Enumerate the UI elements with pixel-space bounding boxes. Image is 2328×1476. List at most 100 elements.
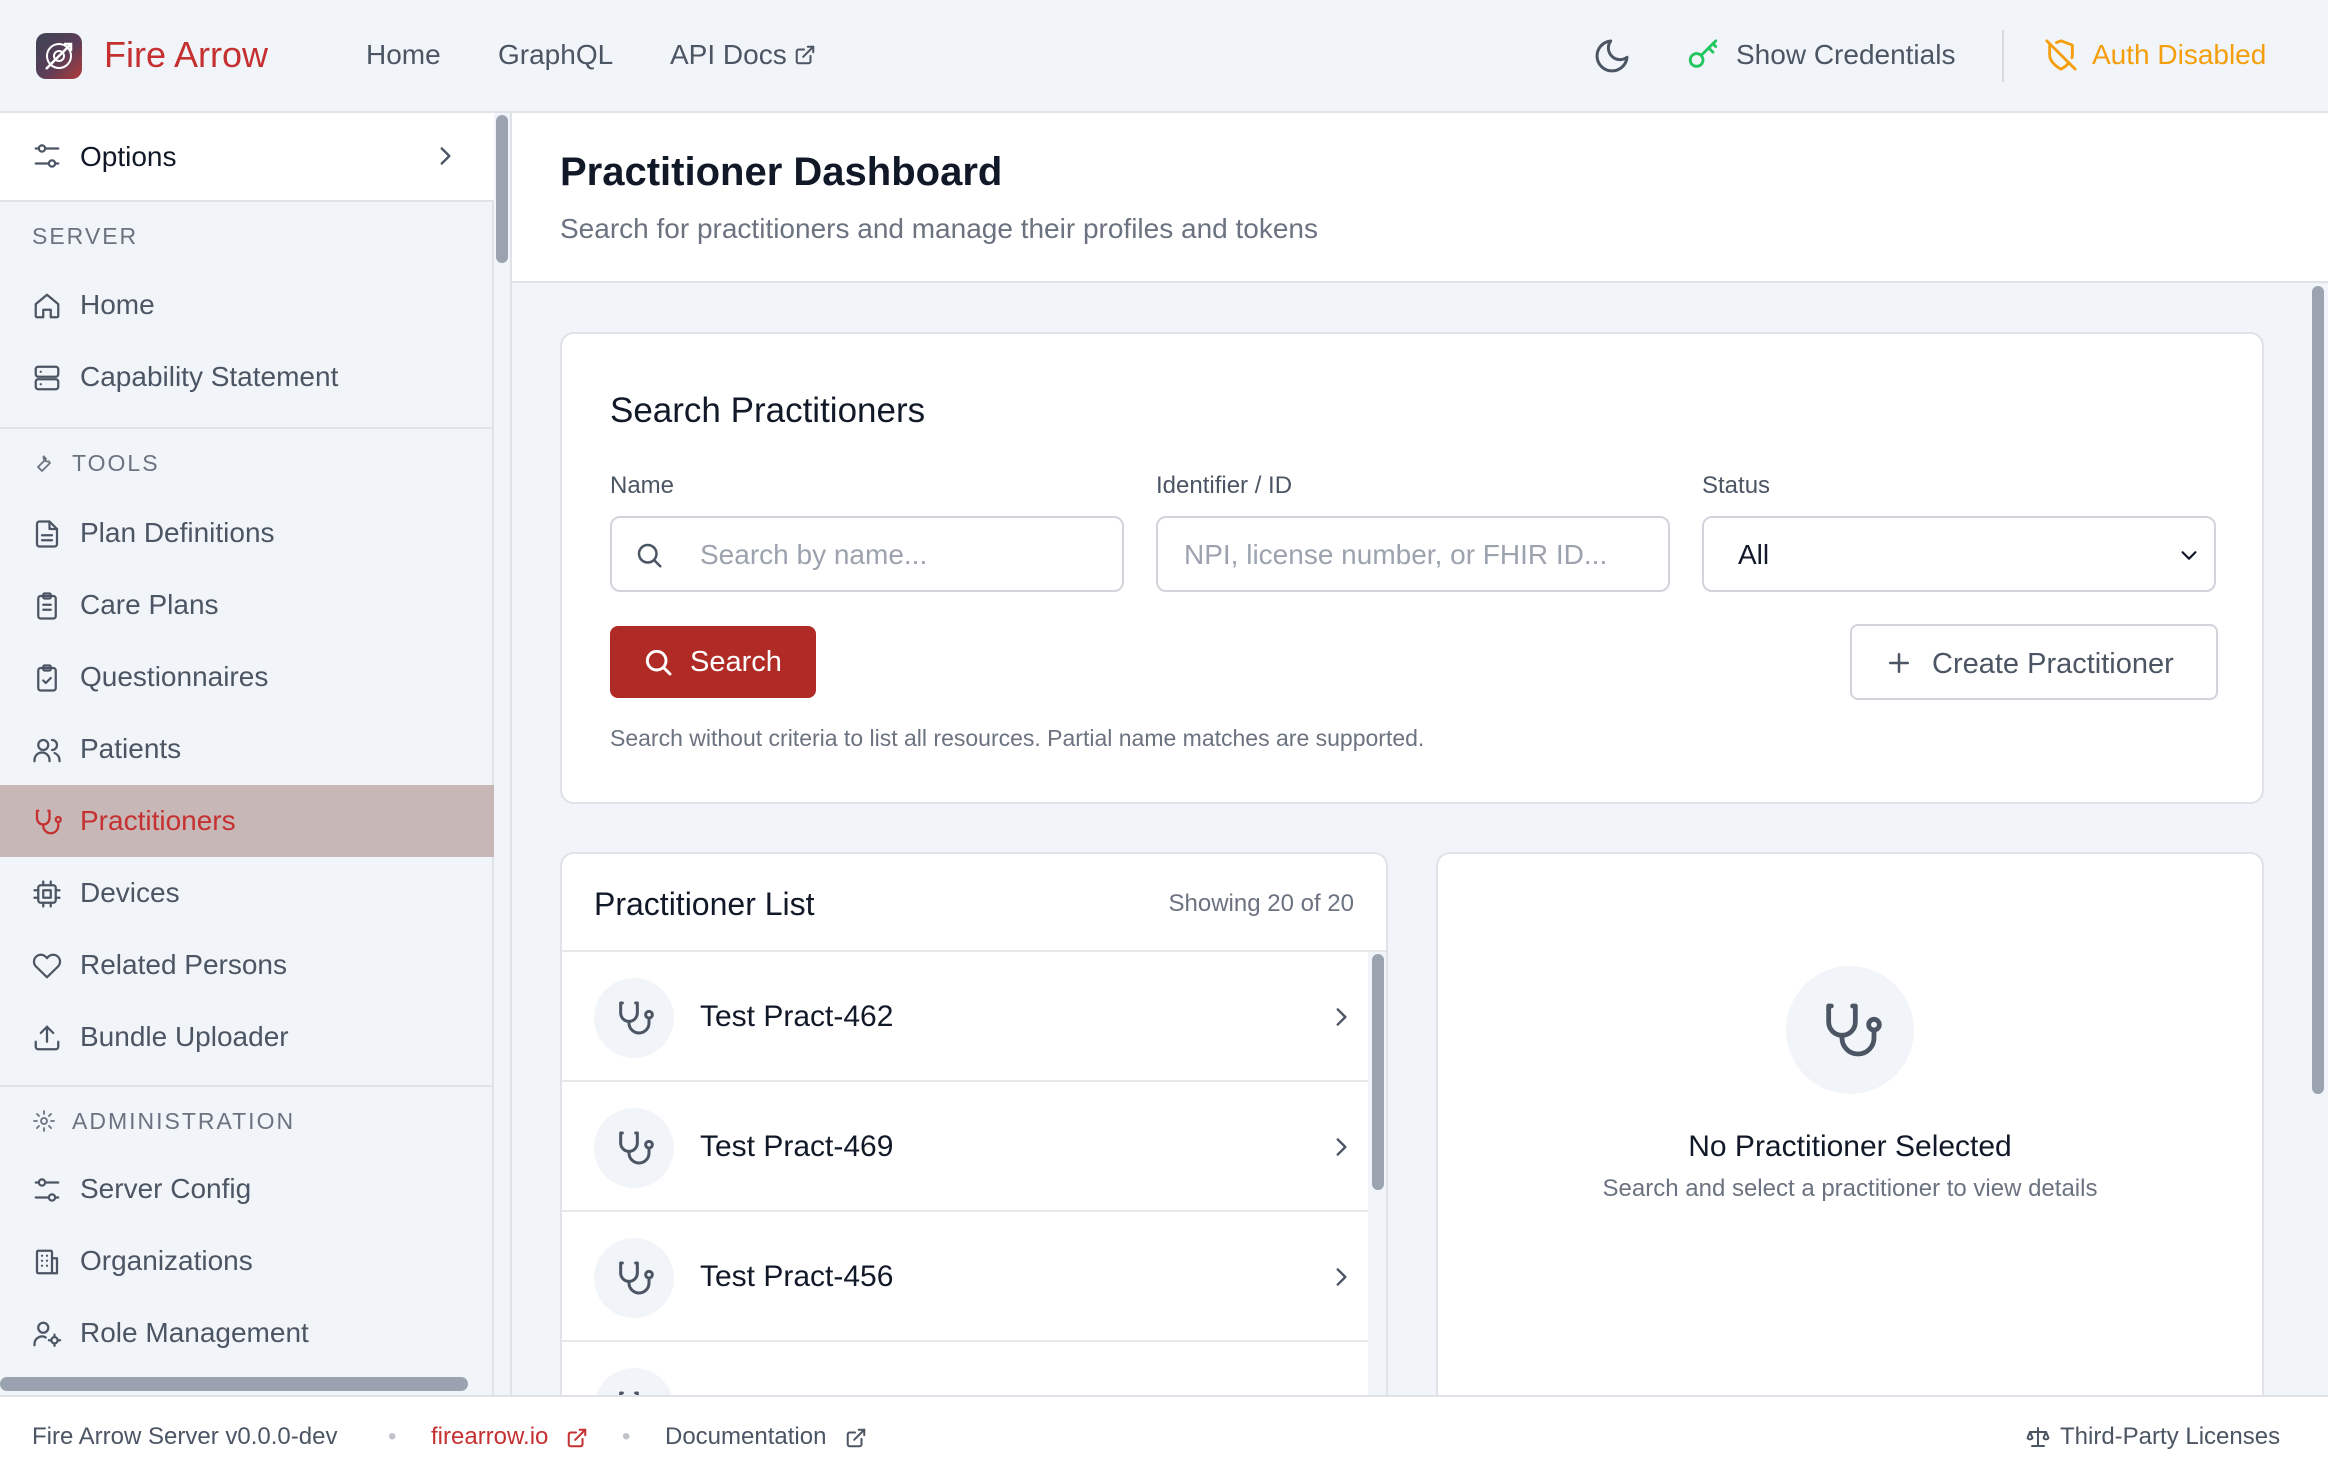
search-button-label: Search [690, 646, 782, 678]
list-header: Practitioner List Showing 20 of 20 [562, 854, 1386, 952]
list-item[interactable]: Test Pract-462 [562, 952, 1370, 1082]
nav-divider [2002, 30, 2004, 82]
create-button-label: Create Practitioner [1932, 648, 2174, 680]
sidebar-item-questionnaires[interactable]: Questionnaires [0, 641, 494, 713]
practitioner-name: Test Pract-462 [700, 1000, 894, 1033]
clipboard-check-icon [32, 663, 62, 693]
stethoscope-icon [594, 1238, 674, 1318]
sidebar-item-label: Patients [80, 733, 182, 764]
server-icon [32, 363, 62, 393]
sidebar-item-label: Related Persons [80, 949, 288, 980]
sidebar-item-capability-statement[interactable]: Capability Statement [0, 341, 494, 413]
name-placeholder: Search by name... [700, 539, 928, 570]
heart-icon [32, 951, 62, 981]
sidebar-horizontal-scrollbar[interactable] [0, 1377, 468, 1391]
users-icon [32, 735, 62, 765]
sidebar-item-server-config[interactable]: Server Config [0, 1153, 494, 1225]
home-icon [32, 291, 62, 321]
section-tools: TOOLS [72, 450, 160, 476]
status-select[interactable]: All [1702, 516, 2216, 592]
nav-api-docs[interactable]: API Docs [670, 32, 787, 78]
footer-docs-link[interactable]: Documentation [665, 1417, 826, 1457]
empty-state-subtitle: Search and select a practitioner to view… [1602, 1175, 2098, 1202]
sidebar-item-practitioners[interactable]: Practitioners [0, 785, 494, 857]
sidebar-item-patients[interactable]: Patients [0, 713, 494, 785]
page-subtitle: Search for practitioners and manage thei… [560, 213, 1318, 244]
building-icon [32, 1247, 62, 1277]
chevron-right-icon [1328, 1264, 1354, 1290]
shield-off-icon[interactable] [2044, 38, 2078, 72]
name-search-input[interactable]: Search by name... [610, 516, 1124, 592]
sidebar-item-related-persons[interactable]: Related Persons [0, 929, 494, 1001]
sidebar-item-label: Organizations [80, 1245, 253, 1276]
show-credentials-button[interactable]: Show Credentials [1736, 32, 1955, 78]
search-card: Search Practitioners Name Search by name… [560, 332, 2264, 804]
name-label: Name [610, 472, 675, 499]
status-select-value: All [1738, 539, 1770, 570]
identifier-input[interactable]: NPI, license number, or FHIR ID... [1156, 516, 1670, 592]
external-link-icon [845, 1427, 867, 1449]
plus-icon [1884, 648, 1914, 678]
footer: Fire Arrow Server v0.0.0-dev • firearrow… [0, 1395, 2328, 1476]
upload-icon [32, 1023, 62, 1053]
identifier-placeholder: NPI, license number, or FHIR ID... [1184, 539, 1608, 570]
logo-icon[interactable] [36, 33, 82, 79]
footer-separator: • [388, 1423, 397, 1450]
empty-state-title: No Practitioner Selected [1688, 1130, 2012, 1163]
status-label: Status [1702, 472, 1771, 499]
footer-licenses-link[interactable]: Third-Party Licenses [2060, 1417, 2280, 1457]
footer-version: Fire Arrow Server v0.0.0-dev [32, 1423, 338, 1450]
main-vertical-scrollbar[interactable] [2312, 286, 2324, 1094]
sidebar-item-plan-definitions[interactable]: Plan Definitions [0, 497, 494, 569]
section-server: SERVER [32, 223, 139, 249]
sidebar-divider [0, 1085, 494, 1087]
sliders-icon [32, 1175, 62, 1205]
sidebar-scrollbar-track [494, 113, 512, 1395]
sidebar-item-label: Practitioners [80, 805, 236, 836]
key-icon[interactable] [1686, 38, 1720, 72]
practitioner-name: Test Pract-469 [700, 1130, 894, 1163]
gear-icon [32, 1109, 56, 1133]
top-navbar: Fire Arrow Home GraphQL API Docs Show Cr… [0, 0, 2328, 113]
auth-status[interactable]: Auth Disabled [2092, 32, 2266, 78]
sidebar-item-devices[interactable]: Devices [0, 857, 494, 929]
footer-site-link[interactable]: firearrow.io [431, 1417, 548, 1457]
chevron-right-icon [1328, 1134, 1354, 1160]
create-practitioner-button[interactable]: Create Practitioner [1850, 624, 2218, 700]
moon-icon[interactable] [1592, 36, 1632, 76]
list-item[interactable]: Test Pract-456 [562, 1212, 1370, 1342]
sidebar-item-label: Devices [80, 877, 180, 908]
identifier-label: Identifier / ID [1156, 472, 1293, 499]
page-header: Practitioner Dashboard Search for practi… [512, 113, 2328, 283]
external-link-icon [794, 44, 816, 66]
sidebar-item-bundle-uploader[interactable]: Bundle Uploader [0, 1001, 494, 1073]
chevron-right-icon [432, 143, 458, 169]
stethoscope-icon [1786, 966, 1914, 1094]
list-title: Practitioner List [594, 886, 815, 922]
sidebar: Options SERVER Home Capability Statement… [0, 113, 512, 1395]
nav-graphql[interactable]: GraphQL [498, 32, 613, 78]
list-scrollbar[interactable] [1372, 954, 1384, 1190]
sidebar-vertical-scrollbar[interactable] [496, 115, 508, 263]
stethoscope-icon [594, 978, 674, 1058]
options-toggle[interactable]: Options [0, 113, 494, 202]
stethoscope-icon [594, 1108, 674, 1188]
chevron-right-icon [1328, 1004, 1354, 1030]
chevron-down-icon [2178, 544, 2200, 566]
sidebar-item-label: Questionnaires [80, 661, 269, 692]
list-item[interactable]: Test Pract-469 [562, 1082, 1370, 1212]
search-hint: Search without criteria to list all reso… [610, 725, 1425, 751]
nav-home[interactable]: Home [366, 32, 441, 78]
sidebar-item-care-plans[interactable]: Care Plans [0, 569, 494, 641]
sidebar-nav: Options SERVER Home Capability Statement… [0, 113, 494, 1395]
section-administration: ADMINISTRATION [72, 1108, 296, 1134]
sidebar-item-role-management[interactable]: Role Management [0, 1297, 494, 1369]
sidebar-item-label: Bundle Uploader [80, 1021, 289, 1052]
search-button[interactable]: Search [610, 626, 816, 698]
sidebar-item-home[interactable]: Home [0, 269, 494, 341]
sidebar-item-organizations[interactable]: Organizations [0, 1225, 494, 1297]
sidebar-divider [0, 427, 494, 429]
search-card-title: Search Practitioners [610, 391, 926, 430]
page-title: Practitioner Dashboard [560, 150, 1003, 194]
brand-name[interactable]: Fire Arrow [104, 32, 268, 78]
